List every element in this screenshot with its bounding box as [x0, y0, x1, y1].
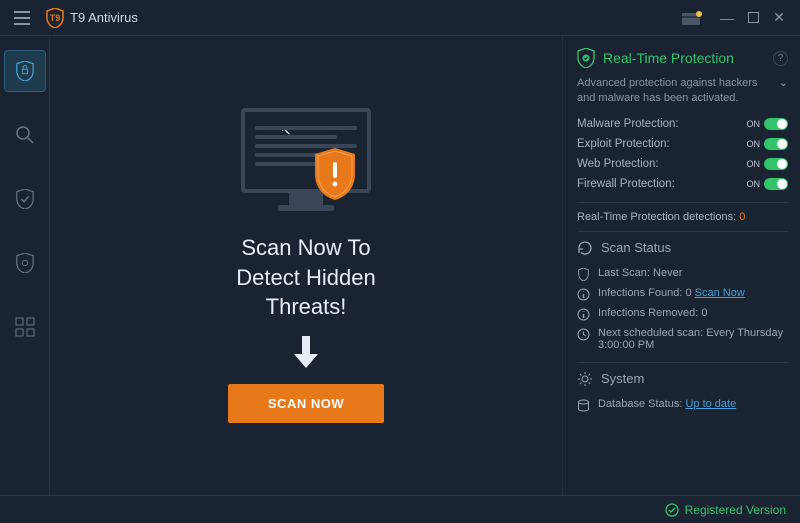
card-icon[interactable]	[682, 10, 704, 26]
scan-status-header: Scan Status	[577, 240, 788, 256]
shield-small-icon	[577, 268, 590, 281]
malware-toggle[interactable]	[764, 118, 788, 130]
toggle-malware: Malware Protection: ON	[577, 114, 788, 134]
hero: ↖ Scan Now To Detect Hidden Threats! SCA…	[228, 108, 384, 423]
sidebar-item-firewall[interactable]	[4, 242, 46, 284]
next-scan-row: Next scheduled scan: Every Thursday 3:00…	[577, 324, 788, 354]
rtp-title: Real-Time Protection	[603, 50, 734, 66]
sidebar	[0, 36, 50, 495]
database-status-link[interactable]: Up to date	[685, 398, 736, 410]
monitor-illustration: ↖	[241, 108, 371, 218]
scan-now-button[interactable]: SCAN NOW	[228, 384, 384, 423]
sidebar-item-tools[interactable]	[4, 306, 46, 348]
clock-icon	[577, 328, 590, 341]
grid-icon	[15, 317, 35, 337]
shield-lock-icon	[15, 61, 35, 81]
rtp-message: Advanced protection against hackers and …	[577, 76, 788, 106]
maximize-button[interactable]	[740, 5, 766, 31]
headline: Scan Now To Detect Hidden Threats!	[236, 233, 375, 322]
arrow-down-icon	[291, 336, 321, 368]
infections-removed-row: Infections Removed: 0	[577, 304, 788, 324]
titlebar: T9 T9 Antivirus — ✕	[0, 0, 800, 36]
chevron-down-icon[interactable]: ⌄	[779, 76, 788, 91]
scan-now-link[interactable]: Scan Now	[695, 287, 745, 299]
app-logo: T9 T9 Antivirus	[46, 8, 138, 28]
svg-text:T9: T9	[50, 13, 61, 23]
info-icon	[577, 308, 590, 321]
detections-count: 0	[739, 211, 745, 223]
web-toggle[interactable]	[764, 158, 788, 170]
sidebar-item-protection[interactable]	[4, 178, 46, 220]
sidebar-item-home[interactable]	[4, 50, 46, 92]
shield-gear-icon	[15, 253, 35, 273]
search-icon	[15, 125, 35, 145]
minimize-button[interactable]: —	[714, 5, 740, 31]
last-scan-row: Last Scan: Never	[577, 264, 788, 284]
shield-alert-icon	[313, 148, 357, 200]
sidebar-item-scan[interactable]	[4, 114, 46, 156]
app-title: T9 Antivirus	[70, 10, 138, 25]
main-content: ↖ Scan Now To Detect Hidden Threats! SCA…	[50, 36, 562, 495]
close-button[interactable]: ✕	[766, 5, 792, 31]
toggle-web: Web Protection: ON	[577, 154, 788, 174]
gear-icon	[577, 371, 593, 387]
footer: Registered Version	[0, 495, 800, 523]
logo-shield-icon: T9	[46, 8, 64, 28]
infections-found-row: Infections Found: 0 Scan Now	[577, 284, 788, 304]
exploit-toggle[interactable]	[764, 138, 788, 150]
database-icon	[577, 399, 590, 412]
detections-row: Real-Time Protection detections: 0	[577, 211, 788, 223]
side-panel: Real-Time Protection ? Advanced protecti…	[562, 36, 800, 495]
toggle-exploit: Exploit Protection: ON	[577, 134, 788, 154]
shield-ok-icon	[577, 48, 595, 68]
menu-button[interactable]	[8, 4, 36, 32]
database-status-row: Database Status: Up to date	[577, 395, 788, 415]
firewall-toggle[interactable]	[764, 178, 788, 190]
rtp-header: Real-Time Protection ?	[577, 48, 788, 68]
toggle-firewall: Firewall Protection: ON	[577, 174, 788, 194]
system-header: System	[577, 371, 788, 387]
info-icon	[577, 288, 590, 301]
refresh-icon	[577, 240, 593, 256]
help-button[interactable]: ?	[773, 51, 788, 66]
shield-check-icon	[15, 189, 35, 209]
check-circle-icon	[665, 503, 679, 517]
registration-status: Registered Version	[685, 503, 786, 517]
